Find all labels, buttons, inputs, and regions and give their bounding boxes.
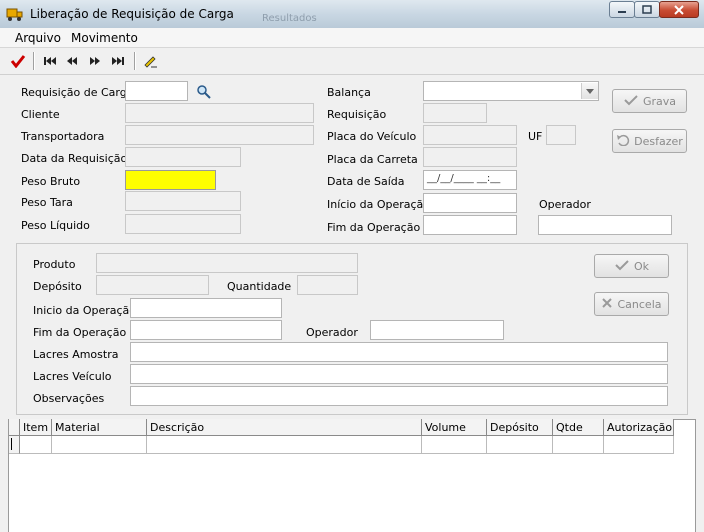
data-saida-input[interactable]: __/__/____ __:__ [423, 170, 517, 190]
previous-record-icon[interactable] [63, 52, 81, 70]
col-deposito[interactable]: Depósito [487, 419, 553, 436]
truck-icon [6, 6, 24, 22]
checkmark-icon[interactable] [9, 52, 27, 70]
toolbar [0, 48, 704, 75]
transportadora-field [125, 125, 314, 145]
item-fim-operacao-label: Fim da Operação [33, 326, 127, 339]
col-descricao[interactable]: Descrição [147, 419, 422, 436]
quantidade-label: Quantidade [227, 280, 292, 293]
fim-operacao-input[interactable] [423, 215, 517, 235]
desfazer-button[interactable]: Desfazer [612, 129, 687, 153]
next-record-icon[interactable] [86, 52, 104, 70]
observacoes-label: Observações [33, 392, 105, 405]
lacres-veiculo-label: Lacres Veículo [33, 370, 112, 383]
table-cell[interactable] [20, 436, 52, 454]
background-window-text: Resultados [262, 13, 317, 24]
maximize-button[interactable] [634, 1, 660, 18]
item-inicio-operacao-label: Inicio da Operação [33, 304, 137, 317]
deposito-label: Depósito [33, 280, 82, 293]
x-icon [601, 297, 613, 312]
table-cell[interactable] [147, 436, 422, 454]
uf-label: UF [528, 130, 543, 143]
fim-operacao-label: Fim da Operação [327, 221, 421, 234]
data-requisicao-label: Data da Requisição [21, 152, 128, 165]
requisicao2-label: Requisição [327, 108, 387, 121]
cliente-field [125, 103, 314, 123]
menu-arquivo[interactable]: Arquivo [15, 31, 61, 45]
quantidade-field [297, 275, 358, 295]
search-icon[interactable] [196, 84, 212, 99]
lacres-amostra-label: Lacres Amostra [33, 348, 119, 361]
toolbar-separator [134, 52, 136, 70]
inicio-operacao-label: Início da Operação [327, 198, 431, 211]
col-item[interactable]: Item [20, 419, 52, 436]
grava-label: Grava [642, 94, 677, 108]
undo-icon [616, 134, 630, 149]
peso-tara-label: Peso Tara [21, 196, 73, 209]
peso-bruto-label: Peso Bruto [21, 175, 81, 188]
produto-label: Produto [33, 258, 76, 271]
table-cell[interactable] [553, 436, 604, 454]
peso-liquido-label: Peso Líquido [21, 219, 90, 232]
grava-button[interactable]: Grava [612, 89, 687, 113]
peso-bruto-input[interactable] [125, 170, 216, 190]
deposito-field [96, 275, 209, 295]
item-fim-operacao-input[interactable] [130, 320, 282, 340]
lacres-amostra-input[interactable] [130, 342, 668, 362]
application-window: Liberação de Requisição de Carga Resulta… [0, 0, 704, 532]
produto-field [96, 253, 358, 273]
close-button[interactable] [659, 1, 699, 18]
requisicao-label: Requisição de Carga [21, 86, 134, 99]
ok-button[interactable]: Ok [594, 254, 669, 278]
cliente-label: Cliente [21, 108, 60, 121]
cancela-label: Cancela [617, 297, 662, 311]
ok-label: Ok [633, 259, 650, 273]
lacres-veiculo-input[interactable] [130, 364, 668, 384]
placa-carreta-field [423, 147, 517, 167]
requisicao2-field [423, 103, 487, 123]
data-saida-label: Data de Saída [327, 175, 405, 188]
table-cell[interactable] [422, 436, 487, 454]
minimize-button[interactable] [609, 1, 635, 18]
cancela-button[interactable]: Cancela [594, 292, 669, 316]
inicio-operacao-input[interactable] [423, 193, 517, 213]
placa-veiculo-label: Placa do Veículo [327, 130, 417, 143]
balanca-select[interactable] [423, 81, 599, 101]
uf-field [546, 125, 576, 145]
table-cell[interactable] [487, 436, 553, 454]
placa-carreta-label: Placa da Carreta [327, 153, 418, 166]
edit-pencil-icon[interactable] [141, 52, 159, 70]
item-operador-input[interactable] [370, 320, 504, 340]
chevron-down-icon[interactable] [581, 83, 598, 99]
desfazer-label: Desfazer [634, 134, 683, 148]
window-title: Liberação de Requisição de Carga [30, 7, 234, 21]
toolbar-separator [33, 52, 35, 70]
grid-corner [9, 419, 20, 436]
observacoes-input[interactable] [130, 386, 668, 406]
requisicao-input[interactable] [125, 81, 188, 101]
table-cell[interactable] [604, 436, 674, 454]
row-indicator[interactable] [9, 436, 20, 454]
checkmark-icon [623, 94, 639, 109]
data-requisicao-field [125, 147, 241, 167]
last-record-icon[interactable] [109, 52, 127, 70]
peso-liquido-field [125, 214, 241, 234]
col-autorizacao[interactable]: Autorização [604, 419, 674, 436]
col-material[interactable]: Material [52, 419, 147, 436]
menu-movimento[interactable]: Movimento [71, 31, 138, 45]
item-inicio-operacao-input[interactable] [130, 298, 282, 318]
placa-veiculo-field [423, 125, 517, 145]
table-cell[interactable] [52, 436, 147, 454]
peso-tara-field [125, 191, 241, 211]
first-record-icon[interactable] [41, 52, 59, 70]
operador-input[interactable] [538, 215, 672, 235]
balanca-label: Balança [327, 86, 371, 99]
transportadora-label: Transportadora [21, 130, 105, 143]
operador-label: Operador [539, 198, 591, 211]
item-operador-label: Operador [306, 326, 358, 339]
checkmark-icon [614, 259, 630, 274]
col-volume[interactable]: Volume [422, 419, 487, 436]
col-qtde[interactable]: Qtde [553, 419, 604, 436]
